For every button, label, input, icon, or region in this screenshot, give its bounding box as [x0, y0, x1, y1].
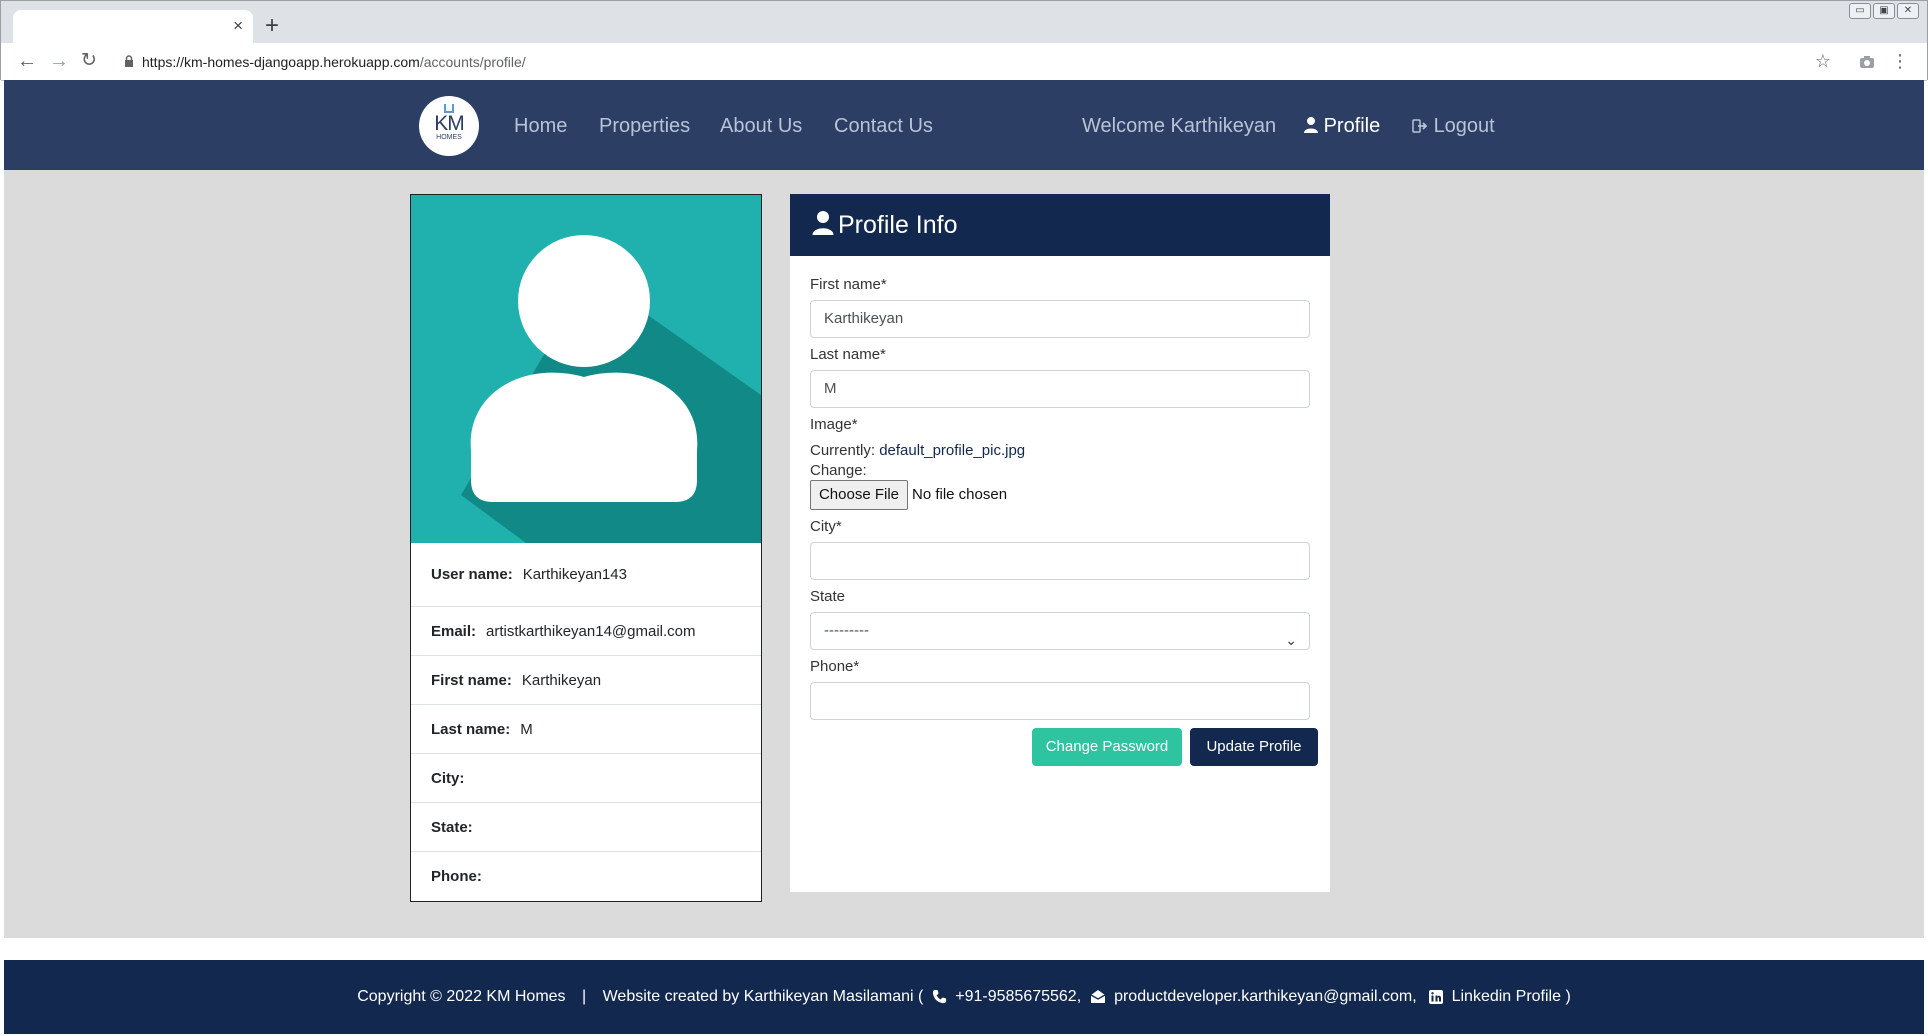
user-icon: [812, 211, 834, 235]
url-host: https://km-homes-djangoapp.herokuapp.com: [142, 54, 420, 70]
detail-row-email: Email: artistkarthikeyan14@gmail.com: [411, 607, 761, 656]
update-profile-button[interactable]: Update Profile: [1190, 728, 1318, 766]
phone-icon: [932, 990, 946, 1004]
change-password-button[interactable]: Change Password: [1032, 728, 1182, 766]
close-window-icon[interactable]: ✕: [1897, 3, 1919, 19]
detail-row-city: City:: [411, 754, 761, 803]
nav-profile[interactable]: Profile: [1304, 114, 1380, 138]
first-name-label: First name*: [810, 276, 887, 293]
detail-value: artistkarthikeyan14@gmail.com: [486, 623, 696, 640]
footer-spacer: [4, 938, 1924, 960]
logo-text: KM: [434, 112, 465, 135]
detail-value: M: [520, 721, 533, 738]
created-by-text: Website created by Karthikeyan Masilaman…: [602, 988, 924, 1005]
detail-label: User name:: [431, 566, 513, 583]
bookmark-star-icon[interactable]: ☆: [1815, 49, 1831, 73]
footer-email[interactable]: productdeveloper.karthikeyan@gmail.com,: [1114, 988, 1417, 1005]
brand-logo[interactable]: KM HOMES: [419, 96, 479, 156]
no-file-text: No file chosen: [912, 486, 1008, 503]
detail-row-last-name: Last name: M: [411, 705, 761, 754]
user-icon: [1304, 117, 1318, 133]
reload-icon[interactable]: ↻: [81, 48, 97, 74]
nav-home[interactable]: Home: [514, 114, 567, 138]
detail-value: Karthikeyan143: [522, 566, 627, 583]
detail-row-phone: Phone:: [411, 852, 761, 901]
tab-strip: × + ▭ ▣ ✕: [1, 1, 1927, 43]
site-footer: Copyright © 2022 KM Homes | Website crea…: [4, 960, 1924, 1034]
current-image-link[interactable]: default_profile_pic.jpg: [879, 442, 1025, 459]
minimize-icon[interactable]: ▭: [1849, 3, 1871, 19]
default-avatar-icon: [461, 235, 761, 543]
state-select[interactable]: --------- ⌄: [810, 612, 1310, 650]
linkedin-link[interactable]: Linkedin Profile: [1452, 988, 1561, 1005]
nav-about-us[interactable]: About Us: [720, 114, 802, 138]
sign-out-icon: [1412, 119, 1428, 133]
detail-row-username: User name: Karthikeyan143: [411, 543, 761, 607]
change-label: Change:: [810, 462, 867, 479]
logo-subtext: HOMES: [436, 134, 462, 141]
form-title: Profile Info: [838, 211, 958, 239]
avatar: [411, 195, 761, 543]
detail-label: City:: [431, 770, 465, 787]
url-path: /accounts/profile/: [419, 54, 526, 70]
phone-input[interactable]: [810, 682, 1310, 720]
linkedin-icon: [1429, 989, 1444, 1004]
page-content: User name: Karthikeyan143 Email: artistkar…: [4, 170, 1924, 938]
image-label: Image*: [810, 416, 858, 433]
envelope-open-icon: [1090, 990, 1105, 1004]
chevron-down-icon: ⌄: [1285, 632, 1297, 648]
state-selected-value: ---------: [824, 622, 869, 639]
close-tab-icon[interactable]: ×: [233, 16, 243, 36]
phone-label: Phone*: [810, 658, 860, 675]
footer-close-paren: ): [1565, 988, 1571, 1005]
restore-icon[interactable]: ▣: [1873, 3, 1895, 19]
choose-file-button[interactable]: Choose File: [810, 480, 908, 510]
nav-contact-us[interactable]: Contact Us: [834, 114, 933, 138]
detail-row-first-name: First name: Karthikeyan: [411, 656, 761, 705]
profile-info-form: Profile Info First name* Karthikeyan Las…: [790, 194, 1330, 892]
nav-logout[interactable]: Logout: [1412, 114, 1495, 138]
detail-row-state: State:: [411, 803, 761, 852]
footer-phone[interactable]: +91-9585675562,: [955, 988, 1081, 1005]
detail-label: State:: [431, 819, 473, 836]
city-label: City*: [810, 518, 842, 535]
browser-chrome: × + ▭ ▣ ✕ ← → ↻ https://km-homes-djangoa…: [0, 0, 1928, 81]
currently-line: Currently: default_profile_pic.jpg: [810, 442, 1025, 459]
browser-tab[interactable]: ×: [13, 10, 253, 43]
camera-icon[interactable]: [1859, 55, 1875, 69]
back-icon[interactable]: ←: [17, 48, 37, 74]
welcome-text: Welcome Karthikeyan: [1082, 115, 1277, 137]
first-name-input[interactable]: Karthikeyan: [810, 300, 1310, 338]
profile-details: User name: Karthikeyan143 Email: artistkar…: [411, 543, 761, 901]
currently-label: Currently:: [810, 442, 876, 459]
form-header: Profile Info: [790, 194, 1330, 256]
forward-icon[interactable]: →: [49, 48, 69, 74]
detail-label: Last name:: [431, 721, 511, 738]
footer-separator: |: [582, 988, 587, 1005]
nav-properties[interactable]: Properties: [599, 114, 690, 138]
city-input[interactable]: [810, 542, 1310, 580]
window-controls: ▭ ▣ ✕: [1849, 3, 1919, 19]
nav-profile-label: Profile: [1323, 115, 1381, 137]
state-label: State: [810, 588, 846, 605]
nav-logout-label: Logout: [1433, 115, 1495, 137]
last-name-label: Last name*: [810, 346, 886, 363]
profile-summary-card: User name: Karthikeyan143 Email: artistkar…: [410, 194, 762, 902]
site-navbar: KM HOMES Home Properties About Us Contac…: [4, 80, 1924, 170]
copyright-text: Copyright © 2022 KM Homes: [357, 988, 566, 1005]
address-bar[interactable]: https://km-homes-djangoapp.herokuapp.com…: [142, 53, 526, 71]
detail-value: Karthikeyan: [521, 672, 602, 689]
house-icon: [444, 104, 454, 113]
detail-label: Email:: [431, 623, 477, 640]
last-name-input[interactable]: M: [810, 370, 1310, 408]
detail-label: Phone:: [431, 868, 482, 885]
new-tab-icon[interactable]: +: [265, 13, 279, 39]
lock-icon: [125, 55, 133, 67]
menu-icon[interactable]: ⋮: [1891, 49, 1909, 73]
detail-label: First name:: [431, 672, 512, 689]
browser-toolbar: ← → ↻ https://km-homes-djangoapp.herokua…: [1, 43, 1927, 81]
